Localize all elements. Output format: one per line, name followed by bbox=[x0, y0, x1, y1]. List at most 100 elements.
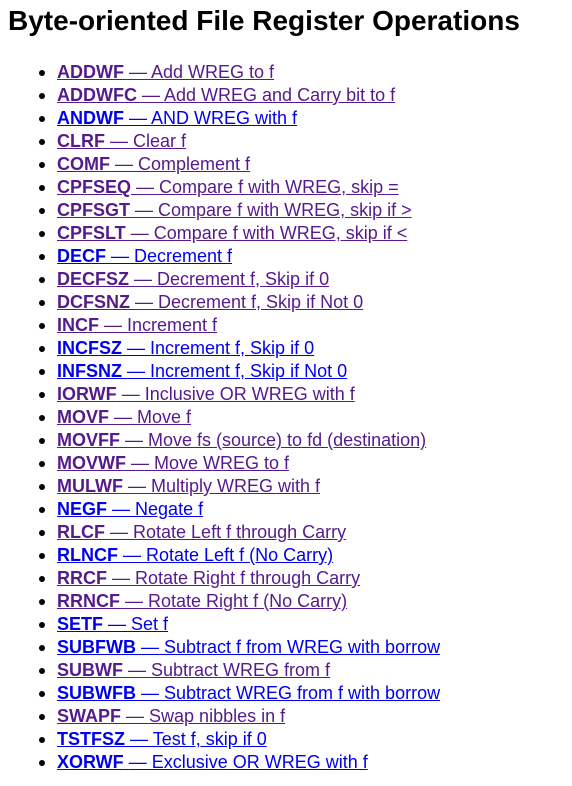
instruction-description: — Move f bbox=[114, 407, 192, 427]
instruction-mnemonic: RRCF bbox=[57, 568, 107, 588]
instruction-description: — Swap nibbles in f bbox=[126, 706, 286, 726]
instruction-link-cpfseq[interactable]: CPFSEQ — Compare f with WREG, skip = bbox=[57, 177, 399, 197]
instruction-link-decfsz[interactable]: DECFSZ — Decrement f, Skip if 0 bbox=[57, 269, 329, 289]
instruction-description: — Subtract WREG from f with borrow bbox=[141, 683, 441, 703]
bullet-icon bbox=[39, 622, 45, 628]
instruction-mnemonic: SWAPF bbox=[57, 706, 122, 726]
instruction-link-rlncf[interactable]: RLNCF — Rotate Left f (No Carry) bbox=[57, 545, 333, 565]
instruction-description: — Subtract f from WREG with borrow bbox=[141, 637, 441, 657]
instruction-item-clrf: CLRF — Clear f bbox=[39, 130, 440, 153]
instruction-description: — Rotate Right f (No Carry) bbox=[125, 591, 348, 611]
instruction-item-cpfseq: CPFSEQ — Compare f with WREG, skip = bbox=[39, 176, 440, 199]
instruction-description: — Increment f bbox=[104, 315, 218, 335]
bullet-icon bbox=[39, 277, 45, 283]
instruction-item-incfsz: INCFSZ — Increment f, Skip if 0 bbox=[39, 337, 440, 360]
instruction-link-subwf[interactable]: SUBWF — Subtract WREG from f bbox=[57, 660, 330, 680]
instruction-item-rrncf: RRNCF — Rotate Right f (No Carry) bbox=[39, 590, 440, 613]
bullet-icon bbox=[39, 139, 45, 145]
bullet-icon bbox=[39, 300, 45, 306]
instruction-description: — Rotate Left f through Carry bbox=[110, 522, 347, 542]
instruction-link-addwf[interactable]: ADDWF — Add WREG to f bbox=[57, 62, 274, 82]
bullet-icon bbox=[39, 323, 45, 329]
instruction-item-movwf: MOVWF — Move WREG to f bbox=[39, 452, 440, 475]
page: Byte-oriented File Register Operations A… bbox=[0, 0, 572, 786]
instruction-description: — Compare f with WREG, skip if > bbox=[135, 200, 412, 220]
instruction-link-negf[interactable]: NEGF — Negate f bbox=[57, 499, 203, 519]
bullet-icon bbox=[39, 162, 45, 168]
instruction-link-iorwf[interactable]: IORWF — Inclusive OR WREG with f bbox=[57, 384, 355, 404]
instruction-mnemonic: ADDWF bbox=[57, 62, 124, 82]
instruction-link-mulwf[interactable]: MULWF — Multiply WREG with f bbox=[57, 476, 320, 496]
instruction-item-setf: SETF — Set f bbox=[39, 613, 440, 636]
instruction-link-movff[interactable]: MOVFF — Move fs (source) to fd (destinat… bbox=[57, 430, 426, 450]
instruction-link-subfwb[interactable]: SUBFWB — Subtract f from WREG with borro… bbox=[57, 637, 440, 657]
instruction-item-negf: NEGF — Negate f bbox=[39, 498, 440, 521]
instruction-link-dcfsnz[interactable]: DCFSNZ — Decrement f, Skip if Not 0 bbox=[57, 292, 363, 312]
instruction-link-movf[interactable]: MOVF — Move f bbox=[57, 407, 191, 427]
instruction-link-decf[interactable]: DECF — Decrement f bbox=[57, 246, 232, 266]
instruction-link-movwf[interactable]: MOVWF — Move WREG to f bbox=[57, 453, 289, 473]
instruction-link-cpfsgt[interactable]: CPFSGT — Compare f with WREG, skip if > bbox=[57, 200, 412, 220]
instruction-item-dcfsnz: DCFSNZ — Decrement f, Skip if Not 0 bbox=[39, 291, 440, 314]
instruction-mnemonic: INCFSZ bbox=[57, 338, 122, 358]
instruction-item-cpfslt: CPFSLT — Compare f with WREG, skip if < bbox=[39, 222, 440, 245]
instruction-item-movff: MOVFF — Move fs (source) to fd (destinat… bbox=[39, 429, 440, 452]
instruction-link-swapf[interactable]: SWAPF — Swap nibbles in f bbox=[57, 706, 285, 726]
bullet-icon bbox=[39, 645, 45, 651]
instruction-description: — Multiply WREG with f bbox=[128, 476, 321, 496]
instruction-link-addwfc[interactable]: ADDWFC — Add WREG and Carry bit to f bbox=[57, 85, 395, 105]
instruction-description: — Decrement f, Skip if Not 0 bbox=[135, 292, 364, 312]
instruction-item-subfwb: SUBFWB — Subtract f from WREG with borro… bbox=[39, 636, 440, 659]
instruction-item-mulwf: MULWF — Multiply WREG with f bbox=[39, 475, 440, 498]
instruction-item-tstfsz: TSTFSZ — Test f, skip if 0 bbox=[39, 728, 440, 751]
instruction-description: — Subtract WREG from f bbox=[128, 660, 331, 680]
instruction-description: — Compare f with WREG, skip if < bbox=[130, 223, 408, 243]
instruction-mnemonic: SUBWF bbox=[57, 660, 123, 680]
instruction-description: — Increment f, Skip if 0 bbox=[127, 338, 315, 358]
instruction-link-cpfslt[interactable]: CPFSLT — Compare f with WREG, skip if < bbox=[57, 223, 407, 243]
instruction-item-xorwf: XORWF — Exclusive OR WREG with f bbox=[39, 751, 440, 774]
instruction-link-setf[interactable]: SETF — Set f bbox=[57, 614, 168, 634]
instruction-mnemonic: IORWF bbox=[57, 384, 117, 404]
instruction-description: — Move fs (source) to fd (destination) bbox=[125, 430, 427, 450]
instruction-description: — Increment f, Skip if Not 0 bbox=[127, 361, 348, 381]
instruction-link-andwf[interactable]: ANDWF — AND WREG with f bbox=[57, 108, 297, 128]
instruction-list: ADDWF — Add WREG to f ADDWFC — Add WREG a… bbox=[0, 61, 440, 774]
instruction-link-rlcf[interactable]: RLCF — Rotate Left f through Carry bbox=[57, 522, 346, 542]
instruction-item-decf: DECF — Decrement f bbox=[39, 245, 440, 268]
instruction-item-subwf: SUBWF — Subtract WREG from f bbox=[39, 659, 440, 682]
instruction-description: — Rotate Right f through Carry bbox=[112, 568, 361, 588]
bullet-icon bbox=[39, 737, 45, 743]
instruction-link-comf[interactable]: COMF — Complement f bbox=[57, 154, 250, 174]
bullet-icon bbox=[39, 392, 45, 398]
bullet-icon bbox=[39, 116, 45, 122]
instruction-mnemonic: RRNCF bbox=[57, 591, 120, 611]
instruction-mnemonic: MOVFF bbox=[57, 430, 120, 450]
instruction-description: — Add WREG to f bbox=[129, 62, 275, 82]
instruction-link-tstfsz[interactable]: TSTFSZ — Test f, skip if 0 bbox=[57, 729, 267, 749]
instruction-item-swapf: SWAPF — Swap nibbles in f bbox=[39, 705, 440, 728]
instruction-description: — Move WREG to f bbox=[131, 453, 290, 473]
instruction-description: — Add WREG and Carry bit to f bbox=[142, 85, 396, 105]
bullet-icon bbox=[39, 507, 45, 513]
instruction-item-iorwf: IORWF — Inclusive OR WREG with f bbox=[39, 383, 440, 406]
instruction-link-rrcf[interactable]: RRCF — Rotate Right f through Carry bbox=[57, 568, 360, 588]
instruction-link-incf[interactable]: INCF — Increment f bbox=[57, 315, 217, 335]
instruction-link-xorwf[interactable]: XORWF — Exclusive OR WREG with f bbox=[57, 752, 368, 772]
instruction-link-subwfb[interactable]: SUBWFB — Subtract WREG from f with borro… bbox=[57, 683, 440, 703]
bullet-icon bbox=[39, 461, 45, 467]
bullet-icon bbox=[39, 415, 45, 421]
instruction-item-incf: INCF — Increment f bbox=[39, 314, 440, 337]
instruction-mnemonic: MOVF bbox=[57, 407, 109, 427]
instruction-mnemonic: CLRF bbox=[57, 131, 105, 151]
instruction-item-subwfb: SUBWFB — Subtract WREG from f with borro… bbox=[39, 682, 440, 705]
page-title: Byte-oriented File Register Operations bbox=[8, 5, 520, 36]
instruction-item-movf: MOVF — Move f bbox=[39, 406, 440, 429]
instruction-link-infsnz[interactable]: INFSNZ — Increment f, Skip if Not 0 bbox=[57, 361, 347, 381]
instruction-link-rrncf[interactable]: RRNCF — Rotate Right f (No Carry) bbox=[57, 591, 347, 611]
instruction-link-clrf[interactable]: CLRF — Clear f bbox=[57, 131, 186, 151]
instruction-link-incfsz[interactable]: INCFSZ — Increment f, Skip if 0 bbox=[57, 338, 314, 358]
instruction-item-rlncf: RLNCF — Rotate Left f (No Carry) bbox=[39, 544, 440, 567]
instruction-mnemonic: DECFSZ bbox=[57, 269, 129, 289]
bullet-icon bbox=[39, 254, 45, 260]
